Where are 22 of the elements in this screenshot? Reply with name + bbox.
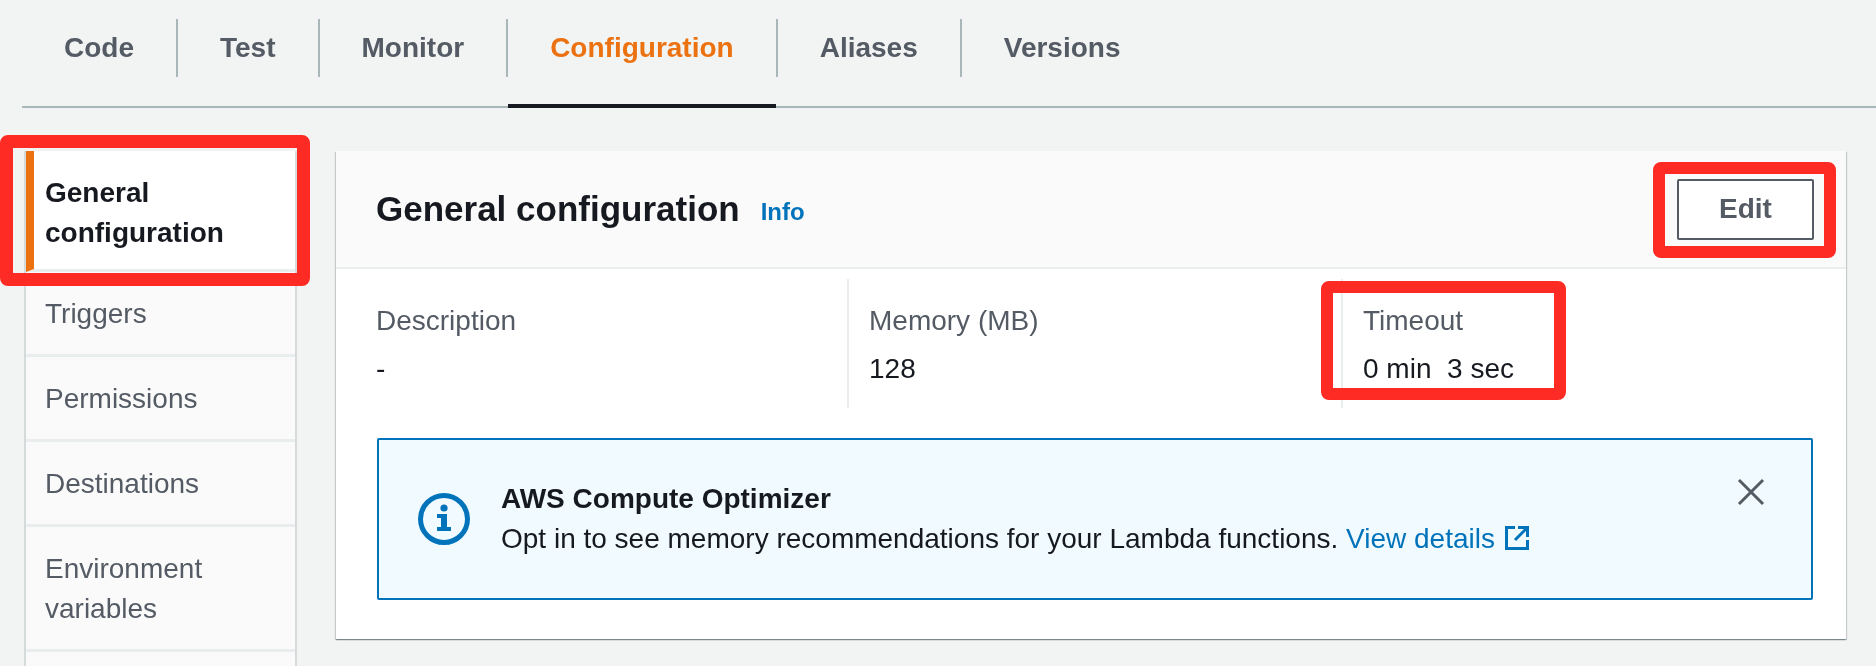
tab[interactable]: Code (22, 0, 176, 108)
tab[interactable]: Versions (961, 0, 1163, 108)
field-label: Timeout (1363, 304, 1465, 338)
alert-message: Opt in to see memory recommendations for your Lambda functions. View details (501, 519, 1706, 559)
alert-title: AWS Compute Optimizer (501, 482, 832, 516)
info-link[interactable]: Info (760, 197, 805, 227)
field-value: 128 (869, 352, 917, 386)
close-button[interactable] (1737, 478, 1765, 506)
field-value: - (376, 352, 387, 386)
edit-button[interactable]: Edit (1677, 178, 1814, 240)
sidebar-item[interactable]: General configuration (26, 151, 295, 272)
tab[interactable]: Test (178, 0, 318, 108)
info-icon (418, 493, 470, 545)
tab[interactable]: Aliases (777, 0, 960, 108)
field-label: Memory (MB) (869, 304, 1039, 338)
field-label: Description (376, 304, 517, 338)
view-details-link[interactable]: View details (1346, 523, 1530, 554)
field-value: 0 min 3 sec (1363, 352, 1514, 386)
tab[interactable]: Monitor (319, 0, 507, 108)
close-icon (1737, 478, 1765, 506)
panel-title: General configuration (376, 188, 740, 230)
external-link-icon (1503, 525, 1530, 551)
